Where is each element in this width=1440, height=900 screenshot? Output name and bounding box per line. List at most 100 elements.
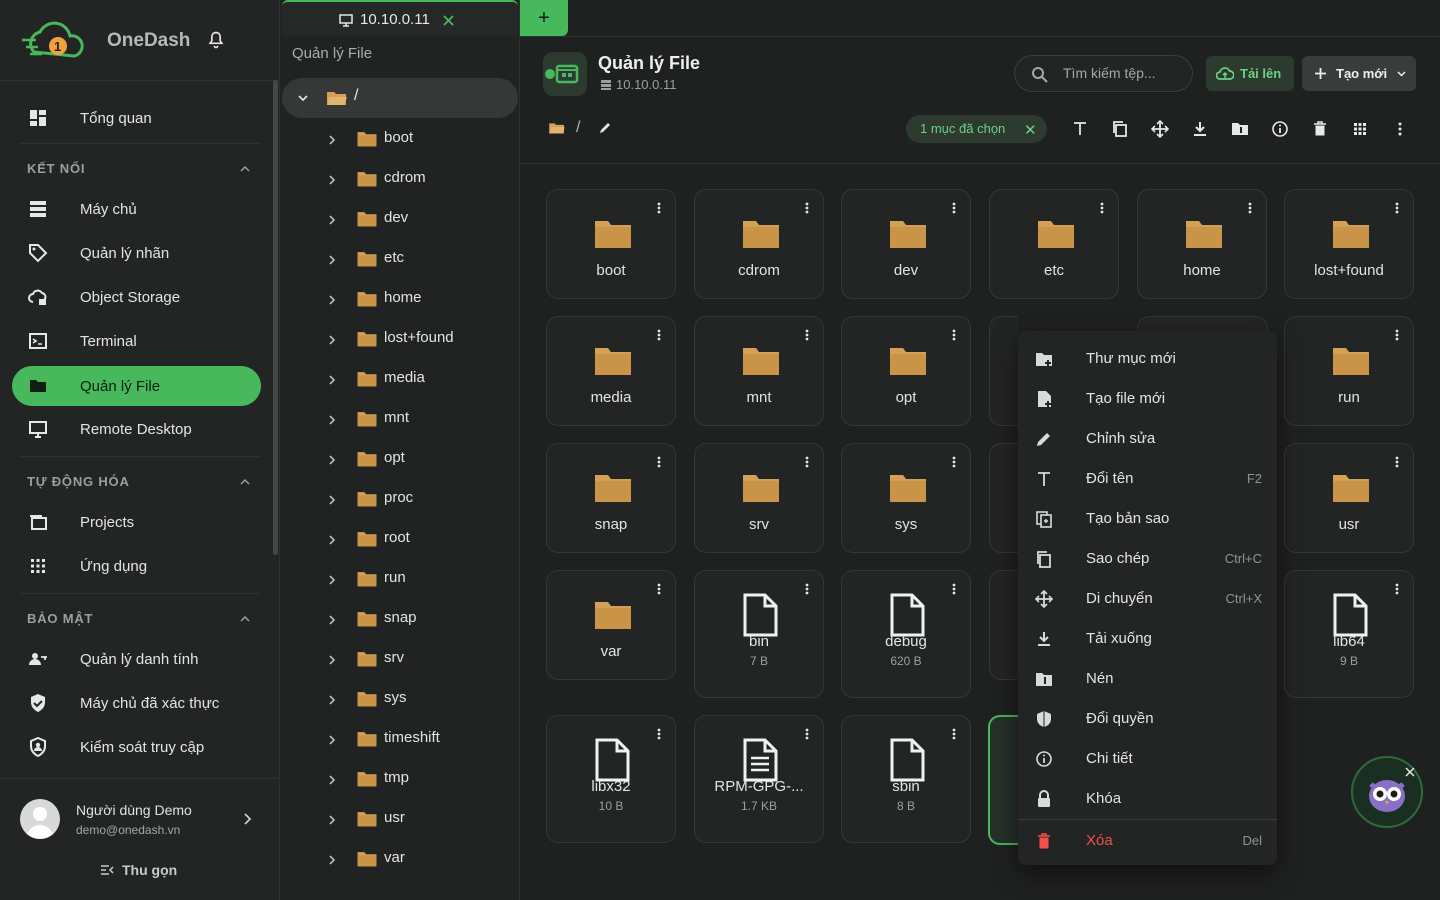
chevron-right-icon[interactable] bbox=[329, 855, 336, 865]
menu-item[interactable]: Đổi tên F2 bbox=[1018, 459, 1277, 499]
folder-open-icon[interactable] bbox=[548, 121, 566, 135]
more-vertical-icon[interactable] bbox=[805, 728, 809, 740]
folder-card[interactable]: boot bbox=[546, 189, 676, 299]
folder-card[interactable]: snap bbox=[546, 443, 676, 553]
chevron-right-icon[interactable] bbox=[329, 415, 336, 425]
more-vertical-icon[interactable] bbox=[1395, 583, 1399, 595]
folder-card[interactable]: home bbox=[1137, 189, 1267, 299]
tree-item[interactable]: cdrom bbox=[282, 159, 518, 199]
chevron-right-icon[interactable] bbox=[329, 295, 336, 305]
file-card-hidden[interactable] bbox=[989, 443, 1018, 553]
file-card-hidden[interactable] bbox=[1137, 316, 1268, 332]
folder-card[interactable]: opt bbox=[841, 316, 971, 426]
more-vertical-icon[interactable] bbox=[952, 728, 956, 740]
folder-card[interactable]: lost+found bbox=[1284, 189, 1414, 299]
section-connect[interactable]: KẾT NỐI bbox=[27, 161, 251, 176]
tree-item[interactable]: usr bbox=[282, 799, 518, 839]
more-vertical-icon[interactable] bbox=[1248, 202, 1252, 214]
file-card[interactable]: debug 620 B bbox=[841, 570, 971, 698]
tree-item[interactable]: proc bbox=[282, 479, 518, 519]
nav-labels[interactable]: Quản lý nhãn bbox=[12, 233, 261, 273]
file-card[interactable]: RPM-GPG-... 1.7 KB bbox=[694, 715, 824, 843]
chevron-right-icon[interactable] bbox=[329, 575, 336, 585]
more-vertical-icon[interactable] bbox=[952, 583, 956, 595]
tree-item[interactable]: media bbox=[282, 359, 518, 399]
sidebar-scrollbar[interactable] bbox=[273, 80, 278, 555]
tree-item[interactable]: srv bbox=[282, 639, 518, 679]
chevron-right-icon[interactable] bbox=[329, 615, 336, 625]
chevron-right-icon[interactable] bbox=[329, 375, 336, 385]
folder-card[interactable]: etc bbox=[989, 189, 1119, 299]
more-vertical-icon[interactable] bbox=[657, 329, 661, 341]
menu-item[interactable]: Chỉnh sửa bbox=[1018, 419, 1277, 459]
menu-item[interactable]: Sao chép Ctrl+C bbox=[1018, 539, 1277, 579]
tree-item[interactable]: var bbox=[282, 839, 518, 879]
nav-servers[interactable]: Máy chủ bbox=[12, 189, 261, 229]
menu-item[interactable]: Chi tiết bbox=[1018, 739, 1277, 779]
folder-card[interactable]: mnt bbox=[694, 316, 824, 426]
nav-overview[interactable]: Tổng quan bbox=[12, 98, 261, 138]
nav-verified-servers[interactable]: Máy chủ đã xác thực bbox=[12, 683, 261, 723]
rename-icon[interactable] bbox=[1069, 118, 1091, 140]
chevron-right-icon[interactable] bbox=[329, 455, 336, 465]
nav-file-manager[interactable]: Quản lý File bbox=[12, 366, 261, 406]
more-vertical-icon[interactable] bbox=[657, 583, 661, 595]
chevron-right-icon[interactable] bbox=[329, 335, 336, 345]
brand[interactable]: 1 OneDash bbox=[20, 16, 270, 66]
chevron-right-icon[interactable] bbox=[329, 735, 336, 745]
menu-item[interactable]: Thư mục mới bbox=[1018, 339, 1277, 379]
section-automation[interactable]: TỰ ĐỘNG HÓA bbox=[27, 474, 251, 489]
tree-item[interactable]: timeshift bbox=[282, 719, 518, 759]
menu-item[interactable]: Đổi quyền bbox=[1018, 699, 1277, 739]
tree-item[interactable]: run bbox=[282, 559, 518, 599]
nav-identity[interactable]: Quản lý danh tính bbox=[12, 639, 261, 679]
tab-host[interactable]: 10.10.0.11 bbox=[282, 0, 518, 36]
tree-item[interactable]: tmp bbox=[282, 759, 518, 799]
tree-item[interactable]: root bbox=[282, 519, 518, 559]
nav-remote-desktop[interactable]: Remote Desktop bbox=[12, 409, 261, 449]
breadcrumb-separator[interactable]: / bbox=[576, 119, 580, 137]
more-vertical-icon[interactable] bbox=[952, 202, 956, 214]
tree-root[interactable]: / bbox=[282, 78, 518, 118]
archive-icon[interactable] bbox=[1229, 118, 1251, 140]
download-icon[interactable] bbox=[1189, 118, 1211, 140]
selected-file-card[interactable] bbox=[988, 715, 1018, 845]
folder-card[interactable]: cdrom bbox=[694, 189, 824, 299]
add-tab-button[interactable]: + bbox=[520, 0, 568, 36]
more-vertical-icon[interactable] bbox=[952, 329, 956, 341]
more-vertical-icon[interactable] bbox=[657, 456, 661, 468]
tree-item[interactable]: etc bbox=[282, 239, 518, 279]
chevron-right-icon[interactable] bbox=[329, 695, 336, 705]
nav-terminal[interactable]: Terminal bbox=[12, 321, 261, 361]
menu-item[interactable]: Tải xuống bbox=[1018, 619, 1277, 659]
menu-item[interactable]: Khóa bbox=[1018, 779, 1277, 819]
more-vertical-icon[interactable] bbox=[1100, 202, 1104, 214]
create-new-button[interactable]: Tạo mới bbox=[1302, 56, 1416, 91]
folder-card[interactable]: media bbox=[546, 316, 676, 426]
menu-item[interactable]: Nén bbox=[1018, 659, 1277, 699]
more-vertical-icon[interactable] bbox=[657, 202, 661, 214]
file-card-hidden[interactable] bbox=[989, 316, 1018, 426]
menu-item[interactable]: Tạo bản sao bbox=[1018, 499, 1277, 539]
upload-button[interactable]: Tải lên bbox=[1206, 56, 1294, 91]
chevron-right-icon[interactable] bbox=[329, 655, 336, 665]
folder-card[interactable]: var bbox=[546, 570, 676, 680]
chevron-right-icon[interactable] bbox=[329, 815, 336, 825]
folder-card[interactable]: dev bbox=[841, 189, 971, 299]
grid-view-icon[interactable] bbox=[1349, 118, 1371, 140]
tree-item[interactable]: sys bbox=[282, 679, 518, 719]
nav-apps[interactable]: Ứng dụng bbox=[12, 546, 261, 586]
chevron-right-icon[interactable] bbox=[329, 255, 336, 265]
trash-icon[interactable] bbox=[1309, 118, 1331, 140]
section-security[interactable]: BẢO MẬT bbox=[27, 611, 251, 626]
tree-item[interactable]: boot bbox=[282, 119, 518, 159]
more-vertical-icon[interactable] bbox=[1389, 118, 1411, 140]
clear-selection-icon[interactable]: ✕ bbox=[1024, 121, 1037, 139]
more-vertical-icon[interactable] bbox=[805, 456, 809, 468]
more-vertical-icon[interactable] bbox=[657, 728, 661, 740]
duplicate-icon[interactable] bbox=[1109, 118, 1131, 140]
chevron-right-icon[interactable] bbox=[329, 535, 336, 545]
info-icon[interactable] bbox=[1269, 118, 1291, 140]
more-vertical-icon[interactable] bbox=[1395, 202, 1399, 214]
file-card[interactable]: bin 7 B bbox=[694, 570, 824, 698]
